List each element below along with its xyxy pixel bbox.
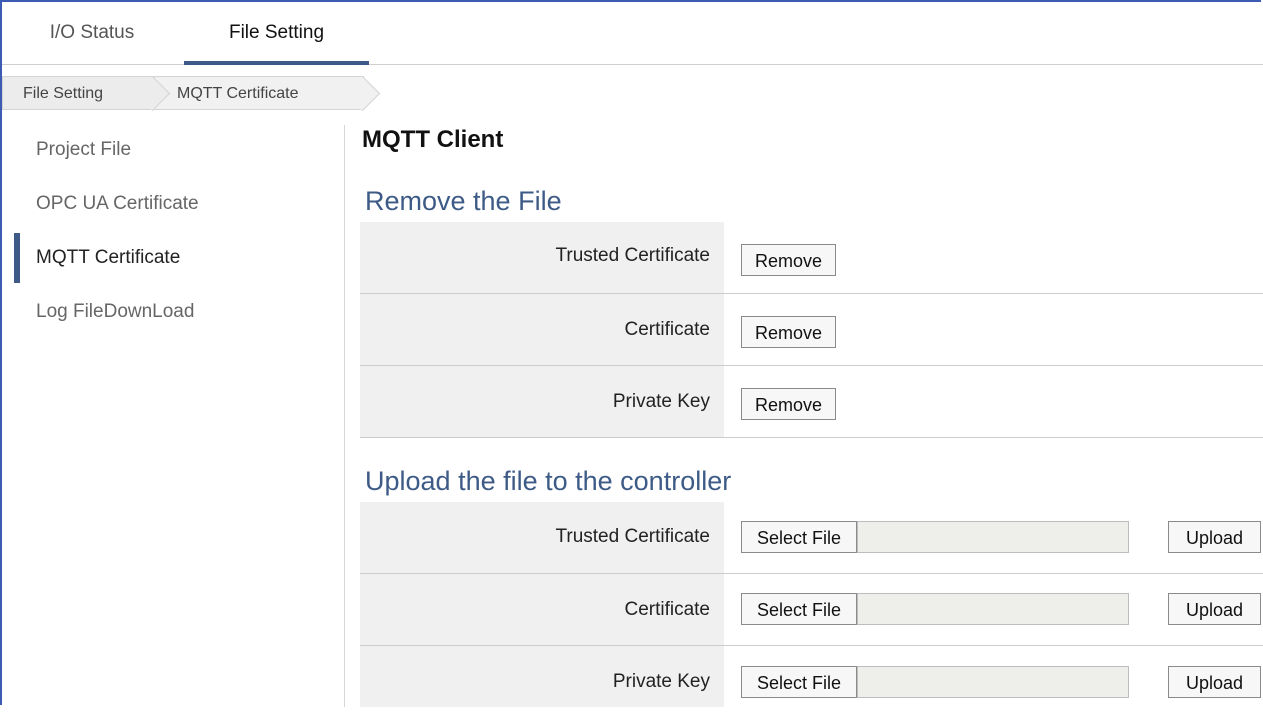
private-key-file-field[interactable]	[857, 666, 1129, 698]
sidebar-divider	[344, 125, 345, 707]
tab-io-status-label: I/O Status	[49, 22, 135, 43]
breadcrumb-file-setting-label: File Setting	[23, 85, 104, 102]
remove-row-trusted-certificate: Trusted Certificate Remove	[360, 222, 1263, 294]
sidebar-item-log-filedownload[interactable]: Log FileDownLoad	[14, 287, 332, 337]
select-file-trusted-certificate-button[interactable]: Select File	[741, 521, 857, 553]
breadcrumb-file-setting[interactable]: File Setting	[2, 76, 154, 110]
remove-row-certificate: Certificate Remove	[360, 294, 1263, 366]
row-label: Trusted Certificate	[360, 502, 724, 573]
upload-private-key-button[interactable]: Upload	[1168, 666, 1261, 698]
row-label: Trusted Certificate	[360, 222, 724, 293]
row-label: Certificate	[360, 574, 724, 645]
row-cell: Select File Upload	[724, 502, 1263, 573]
row-cell: Select File Upload	[724, 646, 1263, 707]
upload-trusted-certificate-button[interactable]: Upload	[1168, 521, 1261, 553]
top-tab-bar: I/O Status File Setting	[2, 2, 1263, 65]
remove-private-key-button[interactable]: Remove	[741, 388, 836, 420]
select-file-private-key-button[interactable]: Select File	[741, 666, 857, 698]
breadcrumb-mqtt-certificate[interactable]: MQTT Certificate	[154, 76, 364, 110]
tab-file-setting[interactable]: File Setting	[184, 2, 369, 65]
upload-certificate-button[interactable]: Upload	[1168, 593, 1261, 625]
upload-row-private-key: Private Key Select File Upload	[360, 646, 1263, 707]
sidebar-item-label: OPC UA Certificate	[36, 193, 199, 214]
tab-io-status[interactable]: I/O Status	[22, 2, 162, 64]
select-file-certificate-button[interactable]: Select File	[741, 593, 857, 625]
remove-trusted-certificate-button[interactable]: Remove	[741, 244, 836, 276]
sidebar-item-label: MQTT Certificate	[36, 247, 181, 268]
row-cell: Select File Upload	[724, 574, 1263, 645]
remove-certificate-button[interactable]: Remove	[741, 316, 836, 348]
active-item-indicator	[14, 233, 20, 283]
upload-section-title: Upload the file to the controller	[365, 466, 732, 496]
active-tab-indicator	[184, 61, 369, 65]
sidebar-item-label: Project File	[36, 139, 132, 160]
sidebar-item-project-file[interactable]: Project File	[14, 125, 332, 175]
remove-row-private-key: Private Key Remove	[360, 366, 1263, 438]
certificate-file-field[interactable]	[857, 593, 1129, 625]
sidebar-item-label: Log FileDownLoad	[36, 301, 195, 322]
row-cell: Remove	[724, 294, 1263, 365]
row-label: Private Key	[360, 366, 724, 437]
sidebar-item-opc-ua-certificate[interactable]: OPC UA Certificate	[14, 179, 332, 229]
tab-file-setting-label: File Setting	[228, 22, 325, 43]
row-label: Private Key	[360, 646, 724, 707]
row-label: Certificate	[360, 294, 724, 365]
remove-section-title: Remove the File	[365, 186, 562, 216]
sidebar-item-mqtt-certificate[interactable]: MQTT Certificate	[14, 233, 332, 283]
breadcrumb-mqtt-certificate-label: MQTT Certificate	[177, 85, 299, 102]
upload-row-trusted-certificate: Trusted Certificate Select File Upload	[360, 502, 1263, 574]
trusted-certificate-file-field[interactable]	[857, 521, 1129, 553]
row-cell: Remove	[724, 222, 1263, 293]
row-cell: Remove	[724, 366, 1263, 437]
page-title: MQTT Client	[362, 126, 504, 153]
upload-row-certificate: Certificate Select File Upload	[360, 574, 1263, 646]
